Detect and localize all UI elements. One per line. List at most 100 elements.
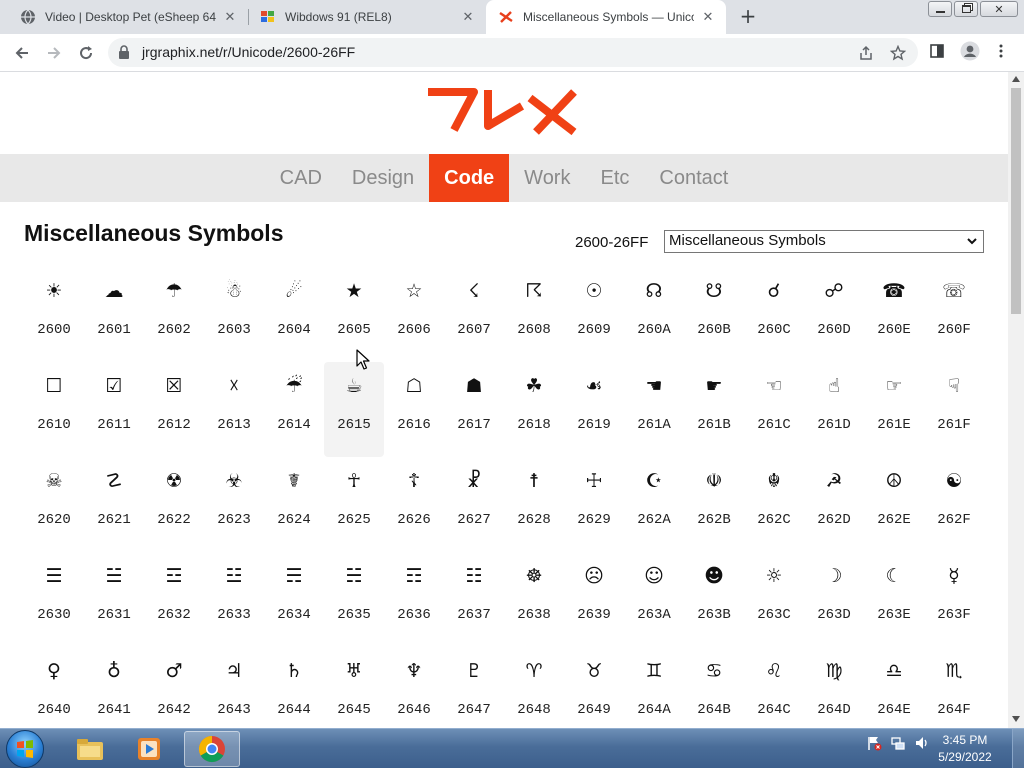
scrollbar-thumb[interactable] [1011,88,1021,314]
symbol-cell[interactable]: ☡ 2621 [84,457,144,552]
start-orb[interactable] [6,730,44,768]
symbol-cell[interactable]: ☀ 2600 [24,267,84,362]
symbol-cell[interactable]: ☼ 263C [744,552,804,647]
symbol-cell[interactable]: ☆ 2606 [384,267,444,362]
symbol-cell[interactable]: ☢ 2622 [144,457,204,552]
symbol-cell[interactable]: ♅ 2645 [324,647,384,728]
symbol-cell[interactable]: ☉ 2609 [564,267,624,362]
symbol-cell[interactable]: ☽ 263D [804,552,864,647]
back-button[interactable] [9,40,35,66]
url-text[interactable]: jrgraphix.net/r/Unicode/2600-26FF [142,44,355,60]
symbol-cell[interactable]: ♈ 2648 [504,647,564,728]
symbol-cell[interactable]: ☵ 2635 [324,552,384,647]
restore-window-button[interactable] [954,1,978,17]
nav-item-cad[interactable]: CAD [265,154,337,202]
symbol-cell[interactable]: ☯ 262F [924,457,984,552]
symbol-cell[interactable]: ☛ 261B [684,362,744,457]
symbol-cell[interactable]: ♆ 2646 [384,647,444,728]
symbol-cell[interactable]: ☴ 2634 [264,552,324,647]
scroll-down-arrow-icon[interactable] [1012,716,1020,722]
symbol-cell[interactable]: ☫ 262B [684,457,744,552]
site-logo[interactable] [424,86,584,136]
symbol-cell[interactable]: ☁ 2601 [84,267,144,362]
symbol-cell[interactable]: ☨ 2628 [504,457,564,552]
symbol-cell[interactable]: ☥ 2625 [324,457,384,552]
minimize-window-button[interactable] [928,1,952,17]
symbol-cell[interactable]: ♊ 264A [624,647,684,728]
symbol-cell[interactable]: ☓ 2613 [204,362,264,457]
symbol-cell[interactable]: ☕ 2615 [324,362,384,457]
symbol-cell[interactable]: ♏ 264F [924,647,984,728]
symbol-cell[interactable]: ☇ 2607 [444,267,504,362]
symbol-cell[interactable]: ☄ 2604 [264,267,324,362]
lock-icon[interactable] [118,45,130,59]
browser-tab-3[interactable]: Miscellaneous Symbols — Unicode ✕ [486,0,726,34]
symbol-cell[interactable]: ☟ 261F [924,362,984,457]
symbol-cell[interactable]: ☧ 2627 [444,457,504,552]
symbol-cell[interactable]: ♇ 2647 [444,647,504,728]
symbol-cell[interactable]: ♌ 264C [744,647,804,728]
symbol-cell[interactable]: ☷ 2637 [444,552,504,647]
close-window-button[interactable]: ✕ [980,1,1018,17]
symbol-cell[interactable]: ☙ 2619 [564,362,624,457]
symbol-cell[interactable]: ☖ 2616 [384,362,444,457]
symbol-cell[interactable]: ☒ 2612 [144,362,204,457]
symbol-cell[interactable]: ☶ 2636 [384,552,444,647]
profile-icon[interactable] [960,41,980,61]
kebab-menu-icon[interactable] [998,43,1004,59]
symbol-cell[interactable]: ☲ 2632 [144,552,204,647]
symbol-cell[interactable]: ☘ 2618 [504,362,564,457]
symbol-cell[interactable]: ☾ 263E [864,552,924,647]
symbol-cell[interactable]: ♄ 2644 [264,647,324,728]
symbol-cell[interactable]: ☜ 261C [744,362,804,457]
symbol-cell[interactable]: ♀ 2640 [24,647,84,728]
symbol-cell[interactable]: ☸ 2638 [504,552,564,647]
browser-tab-2[interactable]: Wibdows 91 (REL8) ✕ [248,0,486,34]
symbol-cell[interactable]: ♁ 2641 [84,647,144,728]
symbol-cell[interactable]: ☣ 2623 [204,457,264,552]
symbol-cell[interactable]: ☻ 263B [684,552,744,647]
symbol-cell[interactable]: ☞ 261E [864,362,924,457]
forward-button[interactable] [41,40,67,66]
nav-item-contact[interactable]: Contact [644,154,743,202]
symbol-cell[interactable]: ☚ 261A [624,362,684,457]
symbol-cell[interactable]: ♃ 2643 [204,647,264,728]
symbol-cell[interactable]: ☔ 2614 [264,362,324,457]
scroll-up-arrow-icon[interactable] [1012,76,1020,82]
nav-item-work[interactable]: Work [509,154,585,202]
symbol-cell[interactable]: ☏ 260F [924,267,984,362]
page-scrollbar[interactable] [1008,72,1024,728]
browser-tab-1[interactable]: Video | Desktop Pet (eSheep 64bit) ✕ [8,0,248,34]
symbol-cell[interactable]: ☦ 2626 [384,457,444,552]
symbol-cell[interactable]: ☮ 262E [864,457,924,552]
symbol-cell[interactable]: ♂ 2642 [144,647,204,728]
star-icon[interactable] [890,45,906,61]
symbol-cell[interactable]: ♍ 264D [804,647,864,728]
taskbar-chrome[interactable] [184,731,240,767]
show-desktop-button[interactable] [1012,729,1024,768]
symbol-cell[interactable]: ☱ 2631 [84,552,144,647]
close-tab-icon[interactable]: ✕ [222,9,238,25]
symbol-cell[interactable]: ♉ 2649 [564,647,624,728]
symbol-cell[interactable]: ☃ 2603 [204,267,264,362]
flag-alert-icon[interactable] [866,735,882,751]
taskbar-media-player[interactable] [121,731,177,767]
symbol-cell[interactable]: ☠ 2620 [24,457,84,552]
symbol-cell[interactable]: ☑ 2611 [84,362,144,457]
taskbar-file-explorer[interactable] [62,731,118,767]
symbol-cell[interactable]: ☌ 260C [744,267,804,362]
symbol-cell[interactable]: ☋ 260B [684,267,744,362]
network-icon[interactable] [890,735,906,751]
address-bar[interactable]: jrgraphix.net/r/Unicode/2600-26FF [108,38,918,67]
symbol-cell[interactable]: ☗ 2617 [444,362,504,457]
symbol-cell[interactable]: ☳ 2633 [204,552,264,647]
symbol-cell[interactable]: ☎ 260E [864,267,924,362]
nav-item-code[interactable]: Code [429,154,510,202]
symbol-cell[interactable]: ☺ 263A [624,552,684,647]
new-tab-button[interactable]: + [736,5,760,29]
nav-item-etc[interactable]: Etc [585,154,644,202]
symbol-cell[interactable]: ♎ 264E [864,647,924,728]
symbol-cell[interactable]: ☰ 2630 [24,552,84,647]
symbol-cell[interactable]: ☩ 2629 [564,457,624,552]
unicode-block-select[interactable]: Miscellaneous Symbols [664,230,984,253]
